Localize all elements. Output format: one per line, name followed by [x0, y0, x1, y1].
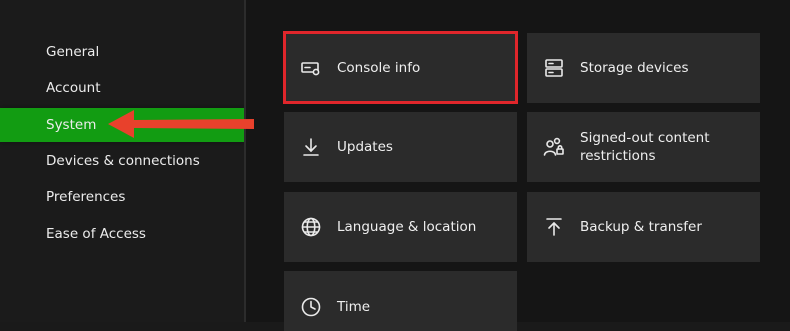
globe-icon	[300, 216, 322, 238]
sidebar-item-label: Devices & connections	[46, 153, 200, 169]
tile-storage-devices[interactable]: Storage devices	[527, 33, 760, 103]
sidebar-item-label: System	[46, 117, 97, 133]
download-arrow-icon	[300, 136, 322, 158]
tile-time[interactable]: Time	[284, 271, 517, 331]
upload-arrow-icon	[543, 216, 565, 238]
sidebar-item-label: Preferences	[46, 189, 126, 205]
sidebar-item-label: General	[46, 44, 100, 60]
storage-icon	[543, 57, 565, 79]
tile-backup-transfer[interactable]: Backup & transfer	[527, 192, 760, 262]
settings-sidebar: General Account System Devices & connect…	[0, 0, 246, 322]
sidebar-item-general[interactable]: General	[0, 35, 244, 69]
tile-label: Storage devices	[580, 60, 689, 76]
tile-label: Backup & transfer	[580, 219, 702, 235]
sidebar-item-label: Ease of Access	[46, 226, 146, 242]
sidebar-item-ease-of-access[interactable]: Ease of Access	[0, 217, 244, 251]
tile-signed-out-content-restrictions[interactable]: Signed-out content restrictions	[527, 112, 760, 182]
annotation-arrow-icon	[108, 110, 254, 138]
tile-label: Language & location	[337, 219, 477, 235]
tile-label: Signed-out content restrictions	[580, 130, 710, 164]
sidebar-item-account[interactable]: Account	[0, 71, 244, 105]
sidebar-item-devices-connections[interactable]: Devices & connections	[0, 144, 244, 178]
tile-label: Updates	[337, 139, 393, 155]
tile-language-location[interactable]: Language & location	[284, 192, 517, 262]
clock-icon	[300, 296, 322, 318]
sidebar-item-preferences[interactable]: Preferences	[0, 180, 244, 214]
console-info-highlight-box	[283, 31, 518, 104]
tile-updates[interactable]: Updates	[284, 112, 517, 182]
tile-label: Time	[337, 299, 371, 315]
sidebar-item-label: Account	[46, 80, 101, 96]
people-lock-icon	[543, 136, 565, 158]
